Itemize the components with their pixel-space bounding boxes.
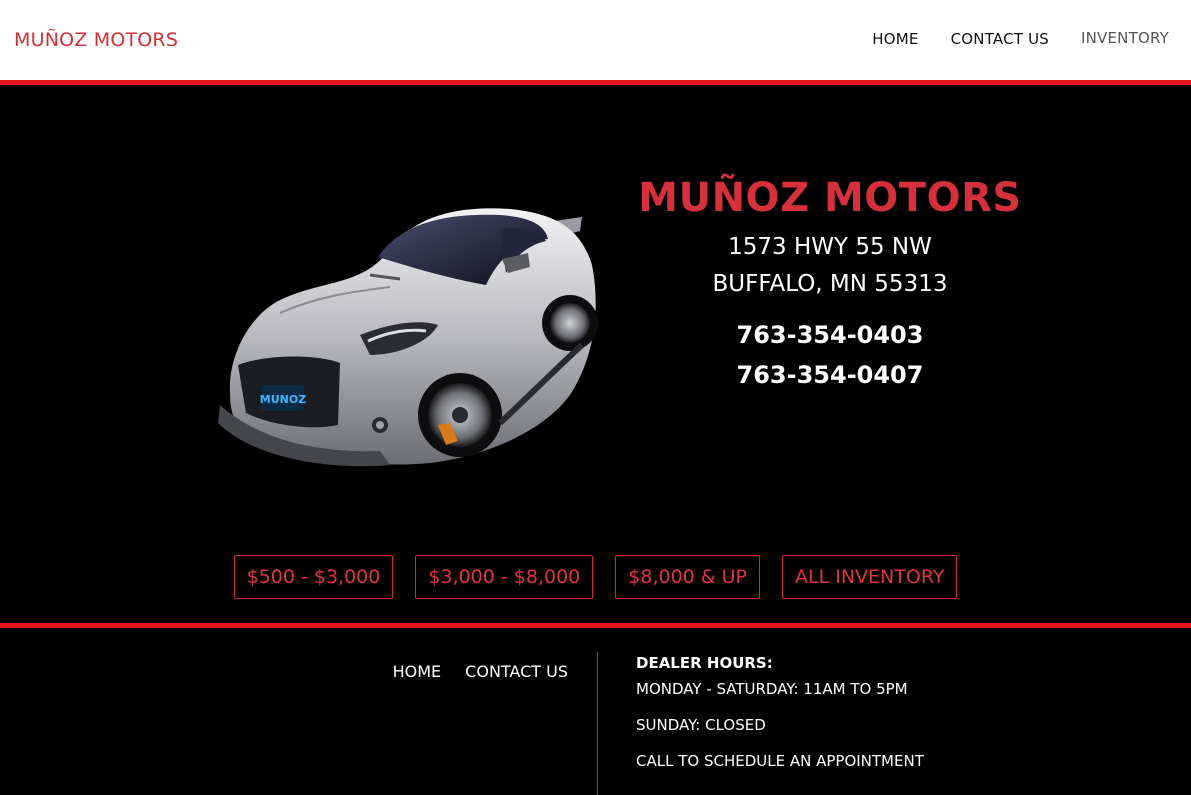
address-line-1: 1573 HWY 55 NW <box>728 234 932 260</box>
car-image: MUNOZ <box>218 208 598 467</box>
price-filter-buttons: $500 - $3,000 $3,000 - $8,000 $8,000 & U… <box>0 555 1191 599</box>
hours-weekday: MONDAY - SATURDAY: 11AM TO 5PM <box>636 680 908 698</box>
nav-contact-us[interactable]: CONTACT US <box>951 30 1049 48</box>
nav-inventory[interactable]: INVENTORY <box>1081 29 1169 48</box>
dealer-address: 1573 HWY 55 NW BUFFALO, MN 55313 <box>600 229 1060 303</box>
address-line-2: BUFFALO, MN 55313 <box>712 271 948 297</box>
price-3000-8000-button[interactable]: $3,000 - $8,000 <box>415 555 594 599</box>
price-8000-up-button[interactable]: $8,000 & UP <box>615 555 761 599</box>
hero-section: MUNOZ MUÑOZ MOTORS 1573 HWY 55 NW BUFFAL… <box>0 85 1191 623</box>
license-plate-text: MUNOZ <box>260 393 306 406</box>
dealer-info: MUÑOZ MOTORS 1573 HWY 55 NW BUFFALO, MN … <box>600 175 1060 395</box>
footer: HOME CONTACT US DEALER HOURS: MONDAY - S… <box>0 628 1191 795</box>
hero-title: MUÑOZ MOTORS <box>638 175 1022 221</box>
footer-nav-home[interactable]: HOME <box>393 662 442 681</box>
nav-home[interactable]: HOME <box>872 30 918 48</box>
top-header: MUÑOZ MOTORS HOME CONTACT US INVENTORY <box>0 0 1191 80</box>
brand-logo-link[interactable]: MUÑOZ MOTORS <box>14 29 178 51</box>
all-inventory-button[interactable]: ALL INVENTORY <box>782 555 958 599</box>
footer-vertical-divider <box>597 652 598 795</box>
phone-number-1[interactable]: 763-354-0403 <box>600 315 1060 355</box>
phone-number-2[interactable]: 763-354-0407 <box>600 355 1060 395</box>
main-nav: HOME CONTACT US INVENTORY <box>840 29 1169 48</box>
footer-nav: HOME CONTACT US <box>369 662 568 681</box>
dealer-phones: 763-354-0403 763-354-0407 <box>600 315 1060 395</box>
dealer-hours: DEALER HOURS: MONDAY - SATURDAY: 11AM TO… <box>636 654 924 788</box>
price-500-3000-button[interactable]: $500 - $3,000 <box>233 555 394 599</box>
hours-title: DEALER HOURS: <box>636 654 773 672</box>
hours-appointment-note: CALL TO SCHEDULE AN APPOINTMENT <box>636 752 924 770</box>
hours-sunday: SUNDAY: CLOSED <box>636 716 766 734</box>
footer-nav-contact-us[interactable]: CONTACT US <box>465 662 568 681</box>
